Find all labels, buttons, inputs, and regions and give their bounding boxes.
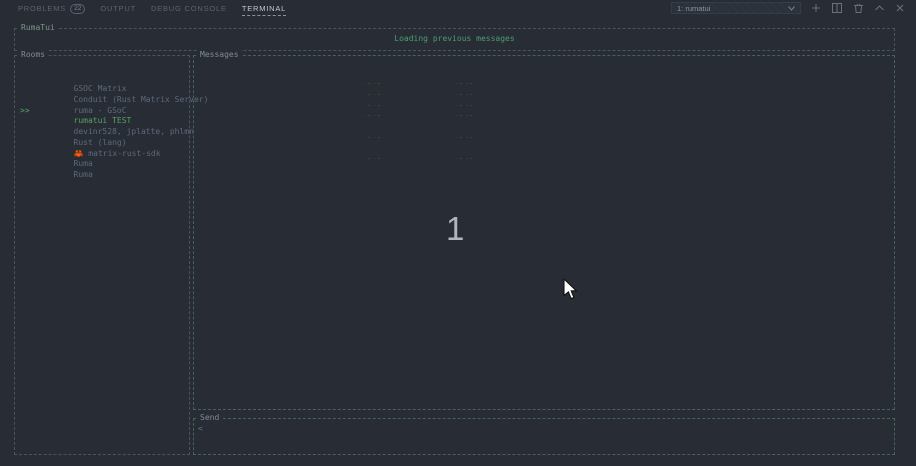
room-list-item[interactable]: ruma - GSoC xyxy=(15,84,189,95)
message-row: @devinr528:matrix.org: 🎉 🎊🎊 let's PARTY!… xyxy=(198,74,894,85)
terminal-group-indicator: 1 xyxy=(446,211,470,247)
send-panel-title: Send xyxy=(198,413,221,423)
room-list-item[interactable]: Ruma xyxy=(15,138,189,149)
terminal-picker-dropdown[interactable]: 1: rumatui xyxy=(671,2,801,14)
rooms-panel: Rooms GSOC Matrix Conduit (Rust Matrix S… xyxy=(14,55,190,455)
messages-panel-title: Messages xyxy=(198,50,241,60)
message-row: @devinr528:matrix.org: 🎉 🎊🎊 let's PARTY!… xyxy=(198,95,894,106)
message-row: @devinr528:matrix.org: hello xyxy=(198,159,894,170)
message-row: @devinr528:matrix.org: !party xyxy=(198,138,894,149)
rumatui-header-box: RumaTui Loading previous messages xyxy=(14,28,895,51)
message-row: @devinr528:matrix.org: 🎉 🎊🎊 let's PARTY!… xyxy=(198,84,894,95)
room-list-item[interactable]: Conduit (Rust Matrix Server) xyxy=(15,74,189,85)
room-list-item[interactable]: GSOC Matrix xyxy=(15,63,189,74)
rooms-panel-title: Rooms xyxy=(19,50,47,60)
room-name: Ruma xyxy=(74,170,93,179)
kill-terminal-icon[interactable] xyxy=(852,2,864,14)
split-terminal-icon[interactable] xyxy=(831,2,843,14)
chevron-down-icon xyxy=(788,4,795,13)
room-list-item[interactable]: 🦀 matrix-rust-sdk xyxy=(15,127,189,138)
tab-terminal[interactable]: TERMINAL xyxy=(242,1,286,16)
room-name: Ruma xyxy=(74,159,93,168)
tab-problems-label: PROBLEMS xyxy=(18,4,66,13)
terminal-controls: 1: rumatui xyxy=(671,2,916,14)
message-row: @devinr528:matrix.org: 🎉 🎊🎊 let's PARTY!… xyxy=(198,106,894,117)
send-panel[interactable]: Send < xyxy=(193,418,895,455)
tab-output-label: OUTPUT xyxy=(100,4,136,13)
message-row: @devinr528:matrix.org: 🎉 🎊🎊 let's PARTY!… xyxy=(198,149,894,160)
terminal-picker-value: 1: rumatui xyxy=(677,4,710,13)
panel-tabs: PROBLEMS 22 OUTPUT DEBUG CONSOLE TERMINA… xyxy=(0,1,286,16)
send-input[interactable]: < xyxy=(194,419,894,434)
app-title: RumaTui xyxy=(19,23,57,33)
room-list-item[interactable]: devinr528, jplatte, phlmn xyxy=(15,106,189,117)
tab-debug-console-label: DEBUG CONSOLE xyxy=(151,4,227,13)
panel-tab-bar: PROBLEMS 22 OUTPUT DEBUG CONSOLE TERMINA… xyxy=(0,0,916,16)
maximize-panel-icon[interactable] xyxy=(873,2,885,14)
message-row: @devinr528:matrix.org: !party xyxy=(198,116,894,127)
room-list-item[interactable]: Ruma xyxy=(15,149,189,160)
mouse-cursor xyxy=(563,279,578,304)
message-row: @devinr528:matrix.org: 🎉 🎊🎊 let's PARTY!… xyxy=(198,127,894,138)
new-terminal-icon[interactable] xyxy=(810,2,822,14)
room-list: GSOC Matrix Conduit (Rust Matrix Server)… xyxy=(15,56,189,159)
room-list-item[interactable]: >> rumatui TEST xyxy=(15,95,189,106)
loading-status: Loading previous messages xyxy=(15,34,894,43)
message-row: @devinr528:matrix.org: send message with… xyxy=(198,63,894,74)
close-panel-icon[interactable] xyxy=(894,2,906,14)
messages-panel: Messages @devinr528:matrix.org: send mes… xyxy=(193,55,895,410)
tab-debug-console[interactable]: DEBUG CONSOLE xyxy=(151,1,227,15)
room-list-item[interactable]: Rust (lang) xyxy=(15,116,189,127)
tab-terminal-label: TERMINAL xyxy=(242,4,286,13)
tab-problems[interactable]: PROBLEMS 22 xyxy=(18,1,85,16)
tab-output[interactable]: OUTPUT xyxy=(100,1,136,15)
message-list: @devinr528:matrix.org: send message with… xyxy=(194,56,894,170)
problems-count-badge: 22 xyxy=(70,4,85,14)
